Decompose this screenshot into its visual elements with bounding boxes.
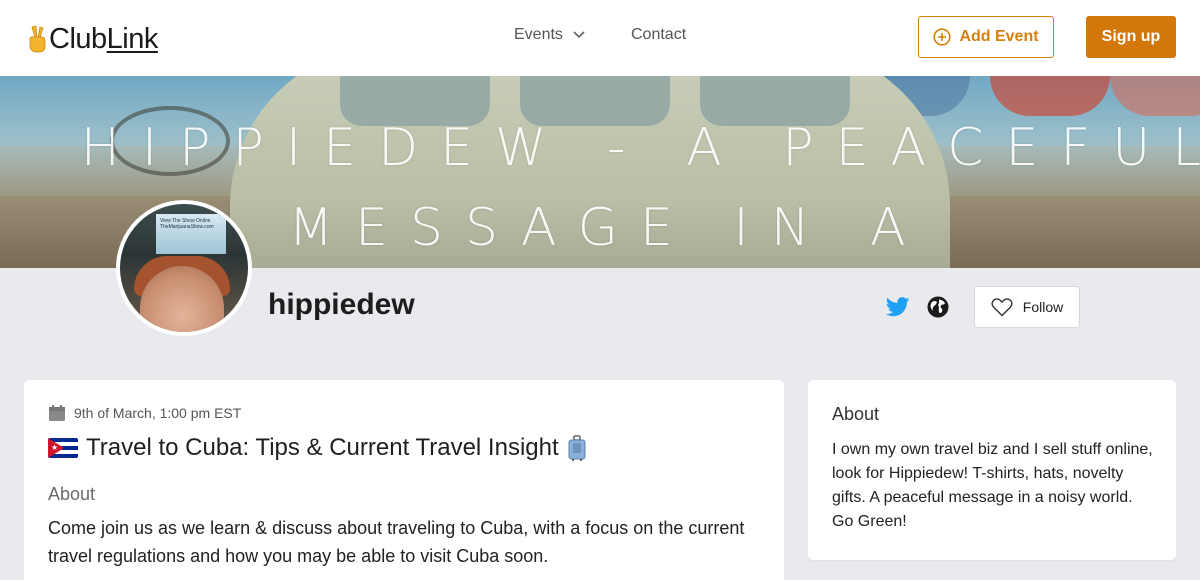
event-title-link[interactable]: ★ Travel to Cuba: Tips & Current Travel … — [48, 434, 587, 462]
peace-hand-icon — [29, 25, 46, 53]
profile-name: hippiedew — [268, 288, 415, 321]
cuba-flag-icon: ★ — [48, 438, 78, 458]
add-event-label: Add Event — [959, 28, 1039, 45]
logo-text-club: Club — [49, 22, 107, 55]
globe-icon[interactable] — [927, 296, 949, 318]
clublink-logo[interactable]: Club Link — [26, 22, 158, 56]
sign-up-button[interactable]: Sign up — [1086, 16, 1176, 58]
luggage-icon — [568, 435, 586, 461]
avatar-photo: View The Show Online TheMarijuanaShow.co… — [120, 204, 248, 332]
chevron-down-icon — [573, 31, 585, 39]
event-card[interactable]: 9th of March, 1:00 pm EST ★ Travel to Cu… — [24, 380, 784, 580]
logo-text-link: Link — [106, 22, 159, 55]
event-date-text: 9th of March, 1:00 pm EST — [74, 405, 242, 421]
sign-up-label: Sign up — [1101, 28, 1161, 45]
nav-events-dropdown[interactable]: Events — [514, 26, 585, 44]
follow-label: Follow — [1022, 299, 1064, 315]
event-title: Travel to Cuba: Tips & Current Travel In… — [86, 434, 559, 461]
add-event-button[interactable]: Add Event — [918, 16, 1054, 58]
follow-button[interactable]: Follow — [974, 286, 1080, 328]
about-heading: About — [832, 404, 880, 424]
nav-events-label: Events — [514, 26, 563, 43]
about-text: I own my own travel biz and I sell stuff… — [832, 441, 1153, 530]
plus-circle-icon — [933, 28, 952, 46]
nav-contact-label: Contact — [631, 26, 687, 43]
twitter-icon[interactable] — [886, 296, 910, 318]
avatar-screen-text: View The Show Online TheMarijuanaShow.co… — [160, 218, 214, 230]
profile-avatar: View The Show Online TheMarijuanaShow.co… — [116, 200, 252, 336]
event-about-heading: About — [48, 484, 96, 504]
heart-icon — [991, 298, 1013, 317]
about-card: About I own my own travel biz and I sell… — [808, 380, 1176, 560]
top-navigation-bar: Club Link Events Contact Add Event Sign u… — [0, 0, 1200, 76]
event-description: Come join us as we learn & discuss about… — [48, 518, 745, 566]
event-date: 9th of March, 1:00 pm EST — [48, 404, 241, 422]
banner-text-line1: HIPPIEDEW - A PEACEFUL — [80, 118, 1200, 178]
nav-contact-link[interactable]: Contact — [631, 26, 686, 44]
calendar-icon — [49, 405, 65, 421]
